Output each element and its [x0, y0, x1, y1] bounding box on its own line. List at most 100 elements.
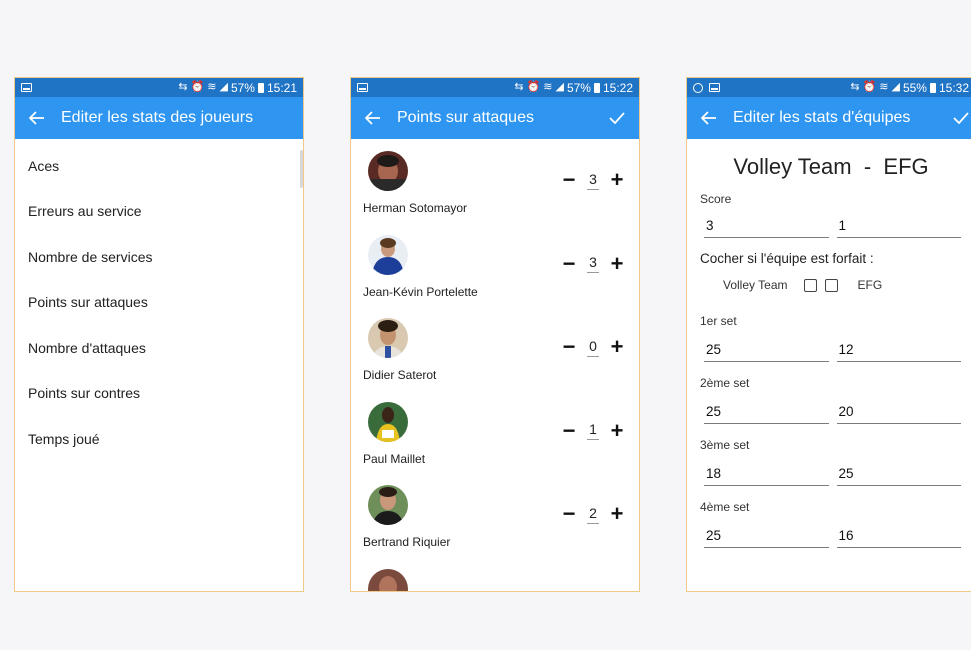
battery-percent: 57%	[230, 80, 255, 95]
menu-item-attack-points[interactable]: Points sur attaques	[15, 280, 303, 326]
set-fields: 25 16	[687, 525, 971, 548]
forfeit-team-b-checkbox[interactable]	[825, 278, 839, 292]
clock: 15:21	[266, 80, 297, 95]
increment-button[interactable]: +	[609, 419, 625, 442]
increment-button[interactable]: +	[609, 169, 625, 191]
set-label: 4ème set	[700, 500, 750, 514]
forfeit-team-a-checkbox[interactable]	[804, 278, 818, 292]
image-icon	[709, 83, 720, 92]
decrement-button[interactable]: −	[561, 336, 577, 358]
stat-menu: Aces Erreurs au service Nombre de servic…	[15, 139, 303, 462]
phone-screen-attack-points: ⇆ ⏰ ≋ ◢ 57% 15:22 Points sur attaques He…	[350, 77, 640, 592]
back-arrow-icon[interactable]	[361, 106, 385, 130]
set-fields: 25 20	[687, 401, 971, 424]
alarm-icon: ⏰	[862, 81, 877, 93]
set-team-b-input[interactable]: 25	[836, 463, 961, 486]
player-name: Jean-Kévin Portelette	[363, 284, 478, 299]
stepper-value[interactable]: 2	[587, 505, 599, 524]
confirm-check-icon[interactable]	[949, 106, 971, 130]
set-team-b-input[interactable]: 16	[836, 525, 961, 548]
nfc-icon: ⇆	[514, 81, 524, 93]
page-title: Editer les stats des joueurs	[61, 109, 254, 126]
phone-screen-team-stats: ⇆ ⏰ ≋ ◢ 55% 15:32 Editer les stats d'équ…	[686, 77, 971, 592]
player-list: Herman Sotomayor − 3 + Jean-Kévin Portel…	[351, 139, 639, 591]
increment-button[interactable]: +	[609, 252, 625, 275]
page-title: Editer les stats d'équipes	[733, 109, 911, 126]
signal-icon: ◢	[891, 81, 900, 93]
player-row: Didier Saterot − 0 +	[351, 306, 639, 390]
team-separator: -	[863, 154, 872, 179]
app-bar: Editer les stats d'équipes	[687, 97, 971, 139]
player-avatar	[368, 568, 408, 591]
back-arrow-icon[interactable]	[697, 106, 721, 130]
stepper-value[interactable]: 3	[587, 254, 599, 273]
wifi-icon: ≋	[207, 81, 217, 93]
team-b-name: EFG	[883, 154, 929, 179]
player-row	[351, 557, 639, 591]
player-avatar	[368, 401, 408, 442]
alarm-icon: ⏰	[526, 81, 541, 93]
forfeit-team-a-label: Volley Team	[723, 278, 788, 292]
signal-icon: ◢	[219, 81, 228, 93]
value-stepper: − 2 +	[561, 503, 625, 525]
clock: 15:22	[602, 80, 633, 95]
forfeit-label: Cocher si l'équipe est forfait :	[700, 251, 874, 266]
decrement-button[interactable]: −	[561, 419, 577, 442]
player-row: Herman Sotomayor − 3 +	[351, 139, 639, 223]
player-avatar	[368, 485, 408, 525]
player-avatar	[368, 234, 408, 275]
set-team-a-input[interactable]: 25	[704, 525, 829, 548]
menu-item-service-errors[interactable]: Erreurs au service	[15, 189, 303, 235]
decrement-button[interactable]: −	[561, 252, 577, 275]
decrement-button[interactable]: −	[561, 503, 577, 525]
menu-item-aces[interactable]: Aces	[15, 143, 303, 189]
value-stepper: − 1 +	[561, 419, 625, 442]
set-team-b-input[interactable]: 12	[836, 339, 961, 362]
stepper-value[interactable]: 3	[587, 171, 599, 190]
battery-icon	[257, 82, 264, 93]
status-bar: ⇆ ⏰ ≋ ◢ 57% 15:22	[351, 78, 639, 97]
stepper-value[interactable]: 0	[587, 338, 599, 357]
score-team-b-input[interactable]: 1	[836, 215, 961, 238]
page-title: Points sur attaques	[397, 109, 534, 126]
player-name: Herman Sotomayor	[363, 201, 468, 215]
wifi-icon: ≋	[543, 81, 553, 93]
set-fields: 25 12	[687, 339, 971, 362]
score-team-a-input[interactable]: 3	[704, 215, 829, 238]
player-row: Jean-Kévin Portelette − 3 +	[351, 223, 639, 307]
signal-icon: ◢	[555, 81, 564, 93]
set-team-a-input[interactable]: 25	[704, 401, 829, 424]
battery-percent: 55%	[902, 80, 927, 95]
team-a-name: Volley Team	[733, 154, 852, 179]
menu-item-service-count[interactable]: Nombre de services	[15, 234, 303, 280]
value-stepper: − 3 +	[561, 169, 625, 191]
decrement-button[interactable]: −	[561, 169, 577, 191]
player-avatar	[368, 318, 408, 358]
player-row: Paul Maillet − 1 +	[351, 390, 639, 474]
confirm-check-icon[interactable]	[605, 106, 629, 130]
forfeit-team-b-label: EFG	[857, 278, 883, 292]
alarm-icon: ⏰	[190, 81, 205, 93]
score-fields: 3 1	[687, 215, 971, 238]
value-stepper: − 0 +	[561, 336, 625, 358]
set-team-a-input[interactable]: 25	[704, 339, 829, 362]
set-team-a-input[interactable]: 18	[704, 463, 829, 486]
player-name: Paul Maillet	[363, 451, 426, 466]
menu-item-time-played[interactable]: Temps joué	[15, 416, 303, 462]
back-arrow-icon[interactable]	[25, 106, 49, 130]
app-bar: Editer les stats des joueurs	[15, 97, 303, 139]
wifi-icon: ≋	[879, 81, 889, 93]
phone-screen-player-stats: ⇆ ⏰ ≋ ◢ 57% 15:21 Editer les stats des j…	[14, 77, 304, 592]
scrollbar[interactable]	[300, 150, 303, 188]
set-team-b-input[interactable]: 20	[836, 401, 961, 424]
set-label: 3ème set	[700, 438, 750, 452]
image-icon	[357, 83, 368, 92]
score-label: Score	[700, 192, 732, 206]
increment-button[interactable]: +	[609, 336, 625, 358]
menu-item-block-points[interactable]: Points sur contres	[15, 371, 303, 417]
clock: 15:32	[938, 80, 969, 95]
increment-button[interactable]: +	[609, 503, 625, 525]
image-icon	[21, 83, 32, 92]
menu-item-attack-count[interactable]: Nombre d'attaques	[15, 325, 303, 371]
stepper-value[interactable]: 1	[587, 421, 599, 440]
